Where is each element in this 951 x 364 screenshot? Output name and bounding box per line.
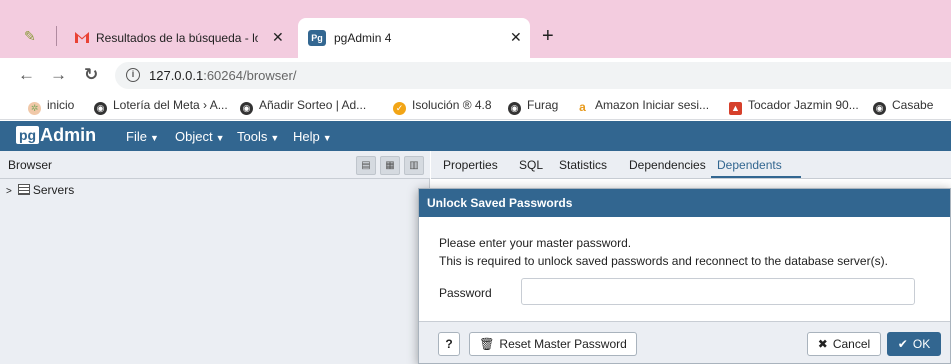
store-icon: ▲ <box>729 102 742 115</box>
help-button[interactable]: ? <box>438 332 460 356</box>
chevron-down-icon: ▼ <box>149 133 159 143</box>
menu-help[interactable]: Help ▼ <box>293 129 332 144</box>
url-text: 127.0.0.1:60264/browser/ <box>149 68 296 83</box>
tab-title: pgAdmin 4 <box>334 31 392 45</box>
dialog-message-detail: This is required to unlock saved passwor… <box>439 254 888 268</box>
chevron-down-icon: ▼ <box>215 133 225 143</box>
tab-separator <box>56 26 57 46</box>
new-tab-button[interactable]: + <box>542 26 554 46</box>
browser-panel-header: Browser ▤ ▦ ▥ <box>0 151 430 179</box>
password-label: Password <box>439 286 492 300</box>
menu-object[interactable]: Object ▼ <box>175 129 225 144</box>
dialog-body: Please enter your master password. This … <box>419 217 950 321</box>
trash-icon: 🗑 <box>479 337 495 351</box>
pgadmin-icon: Pg <box>308 30 326 46</box>
server-group-icon <box>17 184 30 195</box>
url-path: :60264/browser/ <box>203 68 297 83</box>
tab-pgadmin[interactable]: Pg pgAdmin 4 ✕ <box>298 18 530 58</box>
menu-tools[interactable]: Tools ▼ <box>237 129 279 144</box>
dialog-message: Please enter your master password. <box>439 236 632 250</box>
extension-icon[interactable]: ✎ <box>24 28 40 44</box>
isolucion-icon: ✓ <box>393 102 406 115</box>
tab-statistics[interactable]: Statistics <box>559 158 607 172</box>
chevron-right-icon[interactable]: > <box>6 186 12 197</box>
tab-properties[interactable]: Properties <box>443 158 498 172</box>
bookmark-furag[interactable]: ◉ Furag <box>508 98 558 115</box>
chevron-down-icon: ▼ <box>270 133 280 143</box>
detail-tabs: Properties SQL Statistics Dependencies D… <box>431 151 951 179</box>
tab-title: Resultados de la búsqueda - lotería <box>96 31 258 45</box>
check-icon: ✔ <box>897 337 908 351</box>
tab-gmail[interactable]: Resultados de la búsqueda - lotería ✕ <box>66 20 292 56</box>
globe-icon: ◉ <box>240 102 253 115</box>
globe-icon: ◉ <box>873 102 886 115</box>
reset-master-password-button[interactable]: 🗑 Reset Master Password <box>469 332 637 356</box>
dialog-header[interactable]: Unlock Saved Passwords <box>419 189 950 217</box>
info-icon[interactable]: i <box>126 68 140 82</box>
gmail-icon <box>74 30 90 44</box>
menu-file[interactable]: File ▼ <box>126 129 159 144</box>
query-tool-icon[interactable]: ▤ <box>356 156 376 175</box>
address-bar[interactable]: i 127.0.0.1:60264/browser/ <box>115 62 951 89</box>
forward-icon[interactable]: → <box>50 65 67 85</box>
bookmark-inicio[interactable]: ✲ inicio <box>28 98 74 115</box>
pgadmin-logo[interactable]: pg Admin <box>16 126 96 146</box>
dialog-footer: ? 🗑 Reset Master Password ✖ Cancel ✔ OK <box>419 321 950 363</box>
bookmarks-bar: ✲ inicio ◉ Lotería del Meta › A... ◉ Añadir… <box>0 92 951 120</box>
globe-icon: ◉ <box>94 102 107 115</box>
cancel-button[interactable]: ✖ Cancel <box>807 332 881 356</box>
apps-icon: ✲ <box>28 102 41 115</box>
bookmark-anadir-sorteo[interactable]: ◉ Añadir Sorteo | Ad... <box>240 98 366 115</box>
tab-dependents[interactable]: Dependents <box>717 158 782 172</box>
bookmark-tocador[interactable]: ▲ Tocador Jazmin 90... <box>729 98 859 115</box>
unlock-passwords-dialog: Unlock Saved Passwords Please enter your… <box>418 188 951 364</box>
close-icon[interactable]: ✕ <box>510 29 522 46</box>
dialog-title: Unlock Saved Passwords <box>427 196 573 210</box>
amazon-icon: a <box>576 101 589 114</box>
browser-tab-strip: ✎ Resultados de la búsqueda - lotería ✕ … <box>0 0 951 58</box>
close-icon[interactable]: ✕ <box>272 29 284 46</box>
tree-node-servers[interactable]: > Servers <box>6 183 74 197</box>
view-data-icon[interactable]: ▦ <box>380 156 400 175</box>
bookmark-amazon[interactable]: a Amazon Iniciar sesi... <box>576 98 709 114</box>
reload-icon[interactable]: ↻ <box>84 65 98 85</box>
bookmark-casabe[interactable]: ◉ Casabe <box>873 98 933 115</box>
url-host: 127.0.0.1 <box>149 68 204 83</box>
active-tab-indicator <box>711 176 801 178</box>
globe-icon: ◉ <box>508 102 521 115</box>
ok-button[interactable]: ✔ OK <box>887 332 941 356</box>
tab-dependencies[interactable]: Dependencies <box>629 158 706 172</box>
bookmark-isolucion[interactable]: ✓ Isolución ® 4.8 <box>393 98 492 115</box>
close-icon: ✖ <box>817 337 828 351</box>
tab-sql[interactable]: SQL <box>519 158 543 172</box>
password-input[interactable] <box>521 278 915 305</box>
bookmark-loteria[interactable]: ◉ Lotería del Meta › A... <box>94 98 228 115</box>
filter-rows-icon[interactable]: ▥ <box>404 156 424 175</box>
pgadmin-navbar: pg Admin File ▼ Object ▼ Tools ▼ Help ▼ <box>0 121 951 151</box>
panel-title: Browser <box>8 158 53 172</box>
back-icon[interactable]: ← <box>18 65 35 85</box>
address-bar-row: ← → ↻ i 127.0.0.1:60264/browser/ <box>0 58 951 92</box>
chevron-down-icon: ▼ <box>322 133 332 143</box>
browser-tree: > Servers <box>0 179 430 364</box>
